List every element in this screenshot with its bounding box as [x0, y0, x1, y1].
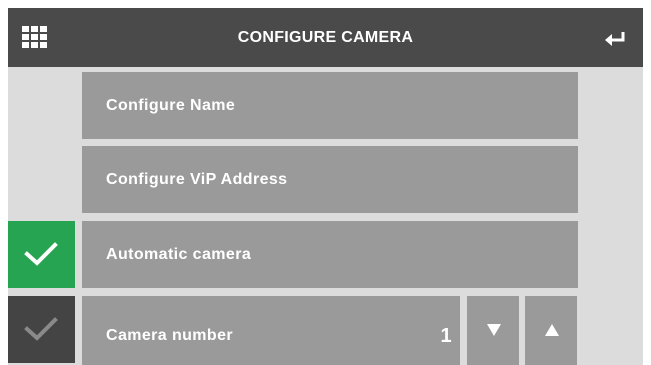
configure-camera-screen: CONFIGURE CAMERA Configure Name Configur…	[8, 8, 643, 365]
automatic-camera-item[interactable]: Automatic camera	[82, 221, 578, 288]
camera-number-checkbox[interactable]	[8, 296, 75, 363]
return-arrow-icon[interactable]	[601, 26, 631, 50]
checkmark-icon	[24, 317, 58, 341]
header-bar: CONFIGURE CAMERA	[8, 8, 643, 67]
configure-name-label: Configure Name	[106, 97, 236, 114]
page-title: CONFIGURE CAMERA	[237, 29, 414, 46]
checkmark-icon	[24, 242, 58, 266]
camera-number-value: 1	[440, 325, 452, 347]
decrease-button[interactable]	[467, 296, 519, 365]
configure-vip-label: Configure ViP Address	[106, 171, 288, 188]
increase-button[interactable]	[525, 296, 577, 365]
configure-name-item[interactable]: Configure Name	[82, 72, 578, 139]
camera-number-item: Camera number 1	[82, 296, 460, 365]
triangle-down-icon	[487, 324, 501, 336]
configure-vip-address-item[interactable]: Configure ViP Address	[82, 146, 578, 213]
triangle-up-icon	[545, 324, 559, 336]
automatic-camera-checkbox[interactable]	[8, 221, 75, 288]
camera-number-label: Camera number	[106, 327, 234, 344]
automatic-camera-label: Automatic camera	[106, 246, 252, 263]
